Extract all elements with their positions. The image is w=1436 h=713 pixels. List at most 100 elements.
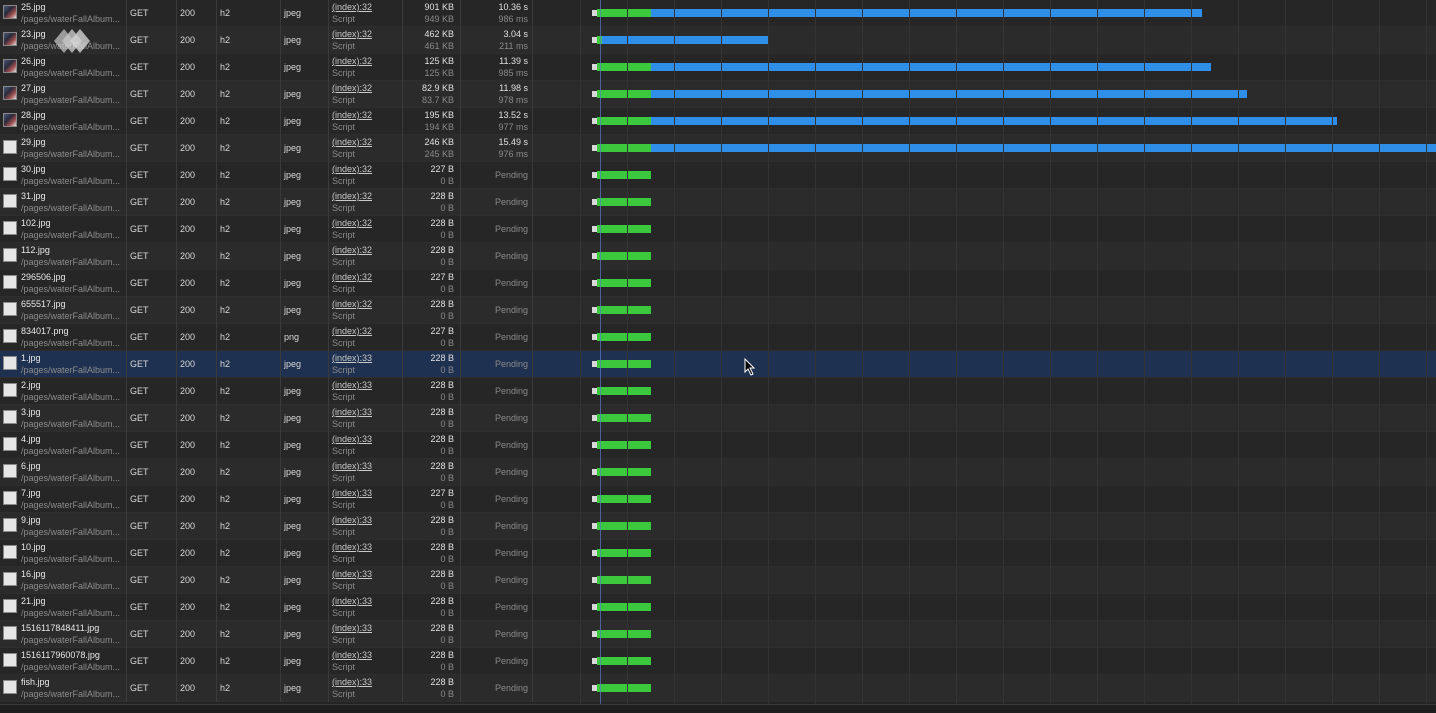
table-row[interactable]: 29.jpg/pages/waterFallAlbum... GET 200 h2 jp… bbox=[0, 135, 1436, 162]
waterfall-cell[interactable] bbox=[533, 567, 1436, 594]
table-row[interactable]: fish.jpg/pages/waterFallAlbum... GET 200 h2… bbox=[0, 675, 1436, 702]
request-name[interactable]: 29.jpg bbox=[21, 137, 46, 147]
waterfall-cell[interactable] bbox=[533, 108, 1436, 135]
waterfall-cell[interactable] bbox=[533, 648, 1436, 675]
table-row[interactable]: 26.jpg/pages/waterFallAlbum... GET 200 h2 jp… bbox=[0, 54, 1436, 81]
name-cell[interactable]: 4.jpg/pages/waterFallAlbum... bbox=[0, 432, 127, 459]
name-cell[interactable]: 7.jpg/pages/waterFallAlbum... bbox=[0, 486, 127, 513]
waterfall-cell[interactable] bbox=[533, 378, 1436, 405]
initiator-link[interactable]: (index):32 bbox=[332, 299, 372, 309]
request-name[interactable]: 6.jpg bbox=[21, 461, 41, 471]
initiator-link[interactable]: (index):32 bbox=[332, 83, 372, 93]
initiator-link[interactable]: (index):33 bbox=[332, 677, 372, 687]
initiator-link[interactable]: (index):33 bbox=[332, 461, 372, 471]
table-row[interactable]: 1516117960078.jpg/pages/waterFallAlbum..… bbox=[0, 648, 1436, 675]
waterfall-cell[interactable] bbox=[533, 81, 1436, 108]
waterfall-cell[interactable] bbox=[533, 27, 1436, 54]
waterfall-cell[interactable] bbox=[533, 351, 1436, 378]
initiator-link[interactable]: (index):32 bbox=[332, 110, 372, 120]
name-cell[interactable]: 1516117848411.jpg/pages/waterFallAlbum..… bbox=[0, 621, 127, 648]
initiator-link[interactable]: (index):32 bbox=[332, 191, 372, 201]
waterfall-cell[interactable] bbox=[533, 594, 1436, 621]
request-name[interactable]: 9.jpg bbox=[21, 515, 41, 525]
request-name[interactable]: 112.jpg bbox=[21, 245, 50, 255]
name-cell[interactable]: 28.jpg/pages/waterFallAlbum... bbox=[0, 108, 127, 135]
waterfall-cell[interactable] bbox=[533, 405, 1436, 432]
initiator-link[interactable]: (index):32 bbox=[332, 164, 372, 174]
table-row[interactable]: 112.jpg/pages/waterFallAlbum... GET 200 h2 j… bbox=[0, 243, 1436, 270]
table-row[interactable]: 28.jpg/pages/waterFallAlbum... GET 200 h2 jp… bbox=[0, 108, 1436, 135]
table-row[interactable]: 102.jpg/pages/waterFallAlbum... GET 200 h2 j… bbox=[0, 216, 1436, 243]
name-cell[interactable]: 655517.jpg/pages/waterFallAlbum... bbox=[0, 297, 127, 324]
waterfall-cell[interactable] bbox=[533, 297, 1436, 324]
waterfall-cell[interactable] bbox=[533, 189, 1436, 216]
initiator-link[interactable]: (index):32 bbox=[332, 56, 372, 66]
table-row[interactable]: 21.jpg/pages/waterFallAlbum... GET 200 h2 jp… bbox=[0, 594, 1436, 621]
waterfall-cell[interactable] bbox=[533, 162, 1436, 189]
name-cell[interactable]: 30.jpg/pages/waterFallAlbum... bbox=[0, 162, 127, 189]
name-cell[interactable]: 16.jpg/pages/waterFallAlbum... bbox=[0, 567, 127, 594]
table-row[interactable]: 27.jpg/pages/waterFallAlbum... GET 200 h2 jp… bbox=[0, 81, 1436, 108]
initiator-link[interactable]: (index):32 bbox=[332, 272, 372, 282]
name-cell[interactable]: 3.jpg/pages/waterFallAlbum... bbox=[0, 405, 127, 432]
initiator-link[interactable]: (index):33 bbox=[332, 353, 372, 363]
initiator-link[interactable]: (index):33 bbox=[332, 596, 372, 606]
request-name[interactable]: 7.jpg bbox=[21, 488, 41, 498]
name-cell[interactable]: 2.jpg/pages/waterFallAlbum... bbox=[0, 378, 127, 405]
table-row[interactable]: 4.jpg/pages/waterFallAlbum... GET 200 h2 jpe… bbox=[0, 432, 1436, 459]
request-name[interactable]: 26.jpg bbox=[21, 56, 46, 66]
request-name[interactable]: 296506.jpg bbox=[21, 272, 66, 282]
name-cell[interactable]: fish.jpg/pages/waterFallAlbum... bbox=[0, 675, 127, 702]
request-name[interactable]: 4.jpg bbox=[21, 434, 41, 444]
name-cell[interactable]: 27.jpg/pages/waterFallAlbum... bbox=[0, 81, 127, 108]
initiator-link[interactable]: (index):33 bbox=[332, 434, 372, 444]
request-name[interactable]: 102.jpg bbox=[21, 218, 51, 228]
request-name[interactable]: 21.jpg bbox=[21, 596, 46, 606]
request-name[interactable]: 30.jpg bbox=[21, 164, 46, 174]
waterfall-cell[interactable] bbox=[533, 324, 1436, 351]
name-cell[interactable]: 296506.jpg/pages/waterFallAlbum... bbox=[0, 270, 127, 297]
request-name[interactable]: 10.jpg bbox=[21, 542, 46, 552]
waterfall-cell[interactable] bbox=[533, 243, 1436, 270]
name-cell[interactable]: 10.jpg/pages/waterFallAlbum... bbox=[0, 540, 127, 567]
waterfall-cell[interactable] bbox=[533, 459, 1436, 486]
request-name[interactable]: 23.jpg bbox=[21, 29, 46, 39]
name-cell[interactable]: 102.jpg/pages/waterFallAlbum... bbox=[0, 216, 127, 243]
initiator-link[interactable]: (index):33 bbox=[332, 542, 372, 552]
name-cell[interactable]: 1.jpg/pages/waterFallAlbum... bbox=[0, 351, 127, 378]
table-row[interactable]: 23.jpg/pages/waterFallAlbum...GET200h2jp… bbox=[0, 27, 1436, 54]
request-name[interactable]: 834017.png bbox=[21, 326, 69, 336]
waterfall-cell[interactable] bbox=[533, 486, 1436, 513]
initiator-link[interactable]: (index):33 bbox=[332, 488, 372, 498]
name-cell[interactable]: 9.jpg/pages/waterFallAlbum... bbox=[0, 513, 127, 540]
request-name[interactable]: 3.jpg bbox=[21, 407, 41, 417]
waterfall-cell[interactable] bbox=[533, 216, 1436, 243]
table-row[interactable]: 834017.png/pages/waterFallAlbum... GET 200… bbox=[0, 324, 1436, 351]
waterfall-cell[interactable] bbox=[533, 621, 1436, 648]
name-cell[interactable]: 112.jpg/pages/waterFallAlbum... bbox=[0, 243, 127, 270]
request-name[interactable]: 31.jpg bbox=[21, 191, 46, 201]
initiator-link[interactable]: (index):32 bbox=[332, 326, 372, 336]
initiator-link[interactable]: (index):32 bbox=[332, 245, 372, 255]
waterfall-cell[interactable] bbox=[533, 54, 1436, 81]
request-name[interactable]: fish.jpg bbox=[21, 677, 50, 687]
name-cell[interactable]: 6.jpg/pages/waterFallAlbum... bbox=[0, 459, 127, 486]
request-name[interactable]: 2.jpg bbox=[21, 380, 41, 390]
request-name[interactable]: 16.jpg bbox=[21, 569, 46, 579]
initiator-link[interactable]: (index):33 bbox=[332, 407, 372, 417]
waterfall-cell[interactable] bbox=[533, 540, 1436, 567]
table-row[interactable]: 6.jpg/pages/waterFallAlbum... GET 200 h2 jpe… bbox=[0, 459, 1436, 486]
waterfall-cell[interactable] bbox=[533, 135, 1436, 162]
table-row[interactable]: 9.jpg/pages/waterFallAlbum... GET 200 h2 jpe… bbox=[0, 513, 1436, 540]
request-name[interactable]: 1.jpg bbox=[21, 353, 41, 363]
table-row[interactable]: 1516117848411.jpg/pages/waterFallAlbum..… bbox=[0, 621, 1436, 648]
table-row[interactable]: 30.jpg/pages/waterFallAlbum... GET 200 h2 jp… bbox=[0, 162, 1436, 189]
table-row[interactable]: 2.jpg/pages/waterFallAlbum... GET 200 h2 jpe… bbox=[0, 378, 1436, 405]
table-row[interactable]: 31.jpg/pages/waterFallAlbum... GET 200 h2 jp… bbox=[0, 189, 1436, 216]
waterfall-cell[interactable] bbox=[533, 432, 1436, 459]
table-row[interactable]: 3.jpg/pages/waterFallAlbum... GET 200 h2 jpe… bbox=[0, 405, 1436, 432]
request-name[interactable]: 27.jpg bbox=[21, 83, 46, 93]
initiator-link[interactable]: (index):33 bbox=[332, 569, 372, 579]
initiator-link[interactable]: (index):32 bbox=[332, 2, 372, 12]
name-cell[interactable]: 29.jpg/pages/waterFallAlbum... bbox=[0, 135, 127, 162]
